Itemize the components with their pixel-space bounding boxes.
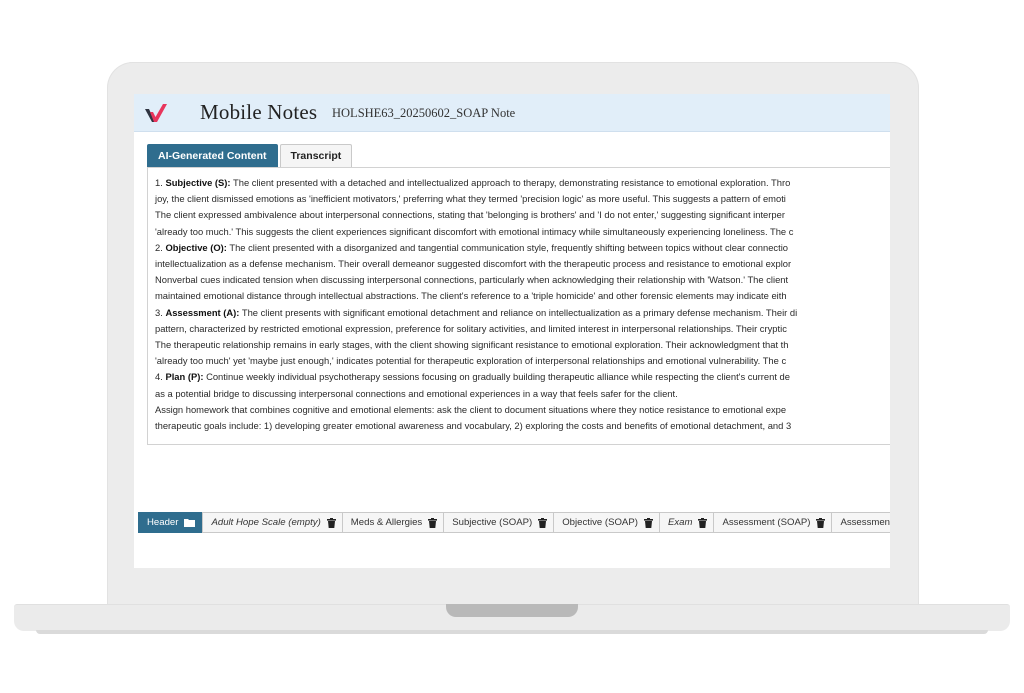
section-tab-label: Objective (SOAP) [562, 516, 638, 528]
trash-icon[interactable] [428, 517, 438, 528]
note-line-text: joy, the client dismissed emotions as 'i… [155, 193, 786, 205]
note-line: Assign homework that combines cognitive … [155, 402, 890, 418]
section-tab-header[interactable]: Header [138, 512, 204, 533]
note-line: 'already too much.' This suggests the cl… [155, 224, 890, 240]
laptop-base-shadow [36, 630, 988, 634]
content-tabs: AI-Generated Content Transcript [147, 144, 353, 167]
section-tab-subjective-soap[interactable]: Subjective (SOAP) [443, 512, 555, 533]
section-tab-label: Assessmen [840, 516, 890, 528]
note-line-text: therapeutic goals include: 1) developing… [155, 420, 792, 432]
app-screen: Mobile Notes HOLSHE63_20250602_SOAP Note… [134, 94, 890, 568]
section-tab-label: Meds & Allergies [350, 516, 423, 528]
trash-icon[interactable] [643, 517, 653, 528]
section-tab-assessment-soap[interactable]: Assessment (SOAP) [713, 512, 833, 533]
note-line-text: 'already too much.' This suggests the cl… [155, 225, 794, 237]
note-line: 4. Plan (P): Continue weekly individual … [155, 369, 890, 385]
tab-ai-generated-content[interactable]: AI-Generated Content [147, 144, 278, 167]
note-line: 3. Assessment (A): The client presents w… [155, 305, 890, 321]
note-line: The client expressed ambivalence about i… [155, 207, 890, 223]
note-line-text: 'already too much' yet 'maybe just enoug… [155, 355, 787, 367]
section-tab-label: Adult Hope Scale (empty) [211, 516, 321, 528]
note-line: maintained emotional distance through in… [155, 288, 890, 304]
folder-icon[interactable] [184, 518, 196, 527]
app-header: Mobile Notes HOLSHE63_20250602_SOAP Note [134, 94, 890, 132]
note-line: as a potential bridge to discussing inte… [155, 386, 890, 402]
note-line-text: Assign homework that combines cognitive … [155, 403, 787, 415]
note-line: joy, the client dismissed emotions as 'i… [155, 191, 890, 207]
document-title: HOLSHE63_20250602_SOAP Note [332, 106, 516, 120]
note-line: intellectualization as a defense mechani… [155, 256, 890, 272]
note-line-number: 2. [155, 241, 166, 253]
note-line-text: Continue weekly individual psychotherapy… [203, 371, 790, 383]
trash-icon[interactable] [698, 517, 708, 528]
note-line-text: as a potential bridge to discussing inte… [155, 387, 678, 399]
section-tab-objective-soap[interactable]: Objective (SOAP) [553, 512, 660, 533]
note-content-panel[interactable]: 1. Subjective (S): The client presented … [147, 167, 890, 445]
trash-icon[interactable] [816, 517, 826, 528]
section-tab-assessmen[interactable]: Assessmen [831, 512, 890, 533]
app-logo-icon [145, 104, 167, 122]
note-line-text: pattern, characterized by restricted emo… [155, 322, 787, 334]
note-line-number: 1. [155, 177, 166, 188]
note-line: 2. Objective (O): The client presented w… [155, 240, 890, 256]
section-tab-label: Exam [667, 516, 693, 528]
note-line: pattern, characterized by restricted emo… [155, 321, 890, 337]
note-line-text: The therapeutic relationship remains in … [155, 339, 789, 351]
note-line: Nonverbal cues indicated tension when di… [155, 272, 890, 288]
note-text: 1. Subjective (S): The client presented … [155, 175, 890, 434]
trash-icon[interactable] [326, 517, 336, 528]
note-section-heading: Plan (P): [165, 371, 204, 383]
section-tab-adult-hope-scale-empty[interactable]: Adult Hope Scale (empty) [202, 512, 343, 533]
section-tab-bar: Header Adult Hope Scale (empty) Meds & All… [138, 512, 890, 533]
note-line-text: intellectualization as a defense mechani… [155, 258, 792, 270]
note-line: therapeutic goals include: 1) developing… [155, 418, 890, 434]
section-tab-exam[interactable]: Exam [658, 512, 715, 533]
note-section-heading: Objective (O): [165, 241, 227, 253]
note-line-text: The client presented with a detached and… [230, 177, 791, 188]
note-line-text: The client presents with significant emo… [239, 306, 798, 318]
section-tab-label: Assessment (SOAP) [722, 516, 811, 528]
app-title: Mobile Notes [200, 100, 318, 124]
note-line: The therapeutic relationship remains in … [155, 337, 890, 353]
note-line-text: The client expressed ambivalence about i… [155, 209, 785, 221]
note-line-number: 4. [155, 371, 166, 383]
note-line-text: Nonverbal cues indicated tension when di… [155, 274, 789, 286]
note-line-number: 3. [155, 306, 166, 318]
section-tab-meds-allergies[interactable]: Meds & Allergies [341, 512, 445, 533]
note-line-text: maintained emotional distance through in… [155, 290, 787, 302]
section-tab-label: Header [147, 516, 179, 528]
tab-transcript[interactable]: Transcript [279, 144, 353, 167]
note-section-heading: Subjective (S): [165, 177, 231, 188]
section-tab-label: Subjective (SOAP) [452, 516, 533, 528]
note-line: 'already too much' yet 'maybe just enoug… [155, 353, 890, 369]
note-line: 1. Subjective (S): The client presented … [155, 175, 890, 191]
laptop-notch [446, 604, 578, 617]
note-section-heading: Assessment (A): [165, 306, 240, 318]
trash-icon[interactable] [538, 517, 548, 528]
note-line-text: The client presented with a disorganized… [226, 241, 788, 253]
